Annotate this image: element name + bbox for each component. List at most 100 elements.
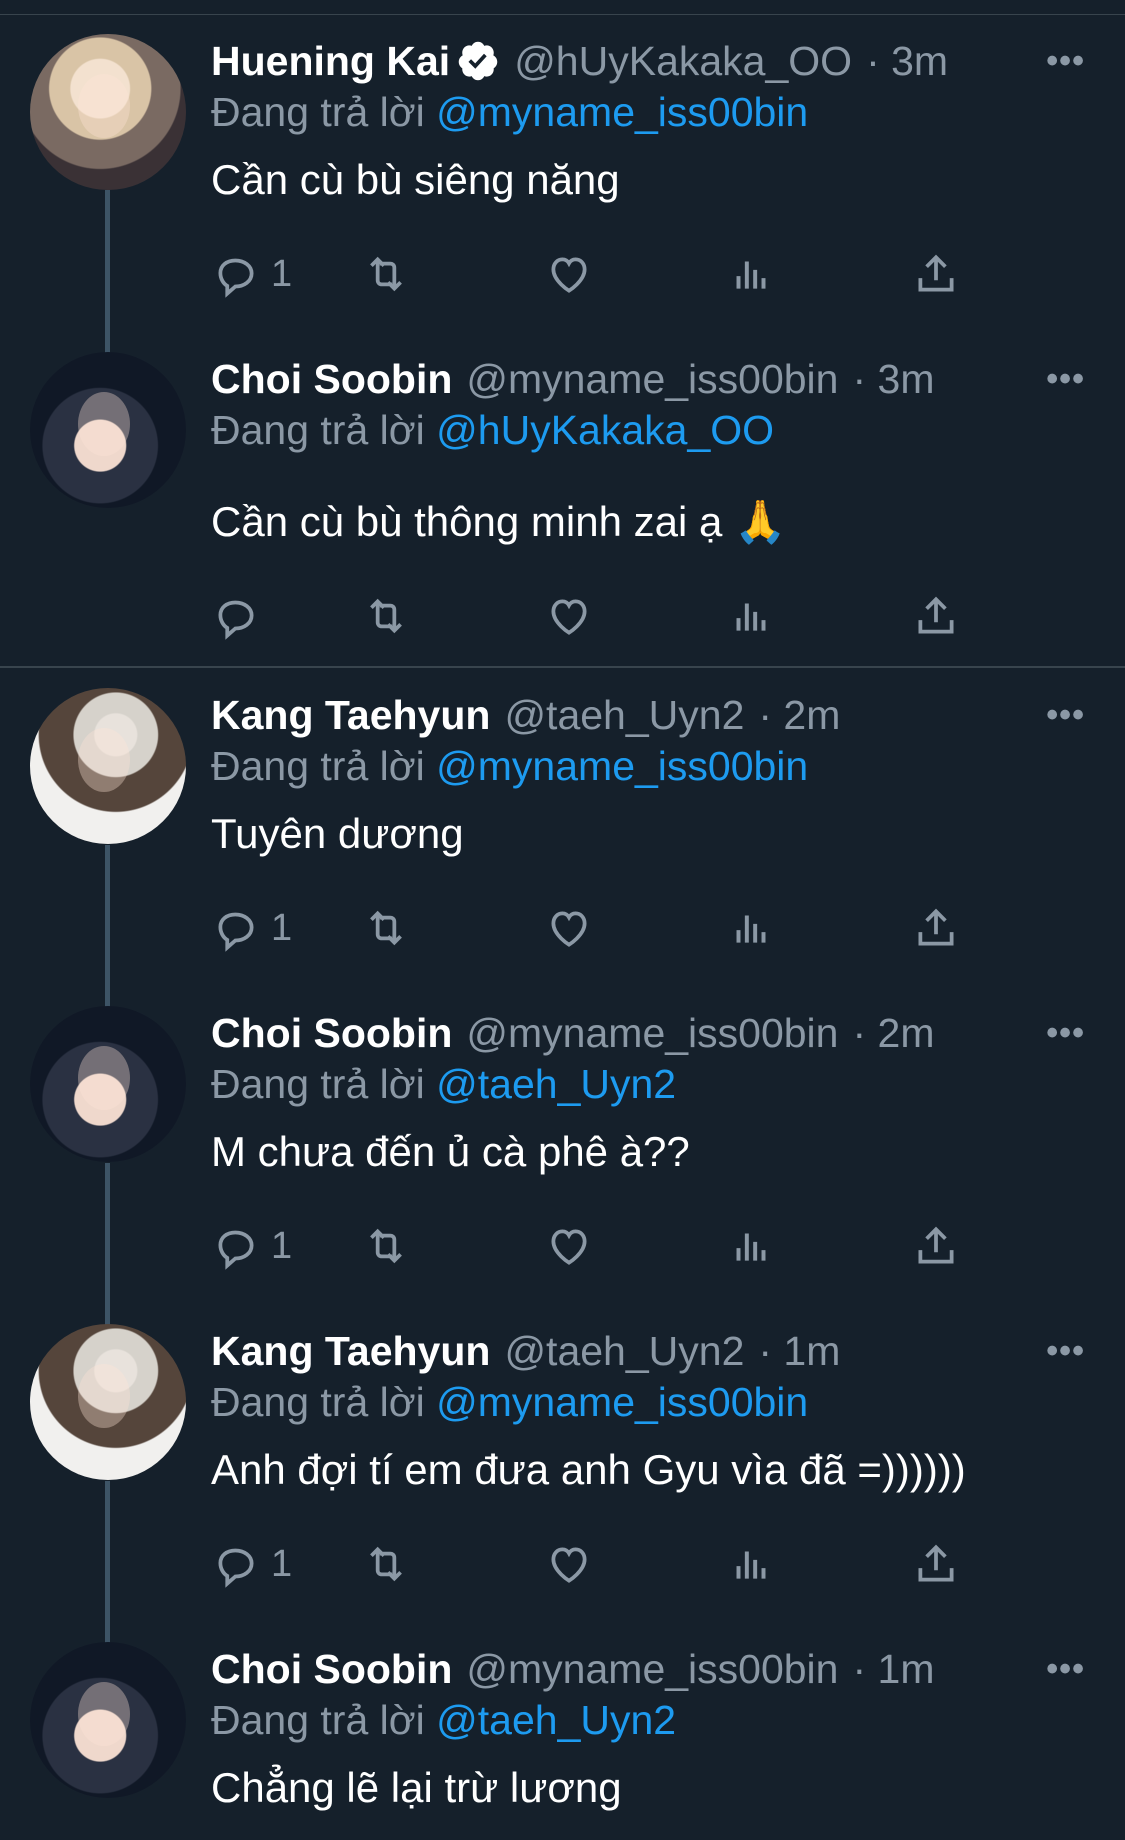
- tweet[interactable]: Huening Kai @hUyKakaka_OO · 3m ••• Đang …: [0, 16, 1125, 336]
- mention-link[interactable]: @myname_iss00bin: [436, 89, 808, 135]
- display-name[interactable]: Kang Taehyun: [211, 1328, 490, 1375]
- heart-icon: [551, 911, 587, 947]
- display-name[interactable]: Kang Taehyun: [211, 692, 490, 739]
- analytics-icon: [736, 915, 766, 943]
- display-name[interactable]: Huening Kai: [211, 38, 450, 85]
- avatar[interactable]: [30, 1006, 186, 1162]
- handle[interactable]: @myname_iss00bin: [466, 356, 838, 403]
- share-button[interactable]: [911, 1538, 961, 1590]
- analytics-icon: [736, 261, 766, 289]
- more-options-icon[interactable]: •••: [1046, 1006, 1085, 1060]
- timestamp[interactable]: · 2m: [758, 692, 840, 739]
- share-button[interactable]: [911, 590, 961, 642]
- timestamp[interactable]: · 1m: [852, 1646, 934, 1693]
- tweet-text: Chẳng lẽ lại trừ lương: [211, 1764, 622, 1811]
- like-button[interactable]: [544, 1220, 594, 1272]
- analytics-icon: [736, 603, 766, 631]
- replying-to: Đang trả lời @myname_iss00bin: [211, 89, 808, 136]
- reply-button[interactable]: 1: [211, 902, 292, 954]
- like-button[interactable]: [544, 590, 594, 642]
- reply-icon: [218, 1230, 254, 1270]
- reply-button[interactable]: 1: [211, 248, 292, 300]
- verified-badge-icon: [458, 41, 498, 81]
- avatar[interactable]: [30, 688, 186, 844]
- retweet-icon: [370, 1546, 402, 1582]
- replying-prefix: Đang trả lời: [211, 89, 425, 135]
- more-options-icon[interactable]: •••: [1046, 34, 1085, 88]
- mention-link[interactable]: @myname_iss00bin: [436, 743, 808, 789]
- heart-icon: [551, 257, 587, 293]
- tweet[interactable]: Choi Soobin @myname_iss00bin · 2m ••• Đa…: [0, 988, 1125, 1308]
- mention-link[interactable]: @taeh_Uyn2: [436, 1697, 676, 1743]
- display-name[interactable]: Choi Soobin: [211, 1646, 452, 1693]
- conversation-divider: [0, 666, 1125, 668]
- avatar[interactable]: [30, 1642, 186, 1798]
- timestamp[interactable]: · 3m: [852, 356, 934, 403]
- like-button[interactable]: [544, 1538, 594, 1590]
- retweet-icon: [370, 1228, 402, 1264]
- reply-count: 1: [271, 252, 293, 295]
- handle[interactable]: @hUyKakaka_OO: [514, 38, 852, 85]
- replying-prefix: Đang trả lời: [211, 1697, 425, 1743]
- heart-icon: [551, 1229, 587, 1265]
- timestamp[interactable]: · 3m: [866, 38, 948, 85]
- heart-icon: [551, 1547, 587, 1583]
- more-options-icon[interactable]: •••: [1046, 1324, 1085, 1378]
- tweet[interactable]: Choi Soobin @myname_iss00bin · 3m ••• Đa…: [0, 334, 1125, 654]
- reply-button[interactable]: 1: [211, 1538, 292, 1590]
- handle[interactable]: @taeh_Uyn2: [504, 1328, 744, 1375]
- views-button[interactable]: [726, 902, 776, 954]
- reply-icon: [218, 1548, 254, 1588]
- tweet-header: Kang Taehyun @taeh_Uyn2 · 1m: [211, 1324, 840, 1378]
- share-icon: [918, 1226, 954, 1264]
- retweet-button[interactable]: [361, 1538, 411, 1590]
- replying-to: Đang trả lời @myname_iss00bin: [211, 743, 808, 790]
- share-button[interactable]: [911, 1220, 961, 1272]
- handle[interactable]: @myname_iss00bin: [466, 1646, 838, 1693]
- replying-prefix: Đang trả lời: [211, 1379, 425, 1425]
- display-name[interactable]: Choi Soobin: [211, 356, 452, 403]
- tweet-text: Tuyên dương: [211, 810, 464, 857]
- views-button[interactable]: [726, 590, 776, 642]
- tweet[interactable]: Kang Taehyun @taeh_Uyn2 · 1m ••• Đang tr…: [0, 1306, 1125, 1626]
- display-name[interactable]: Choi Soobin: [211, 1010, 452, 1057]
- replying-to: Đang trả lời @myname_iss00bin: [211, 1379, 808, 1426]
- handle[interactable]: @myname_iss00bin: [466, 1010, 838, 1057]
- replying-prefix: Đang trả lời: [211, 407, 425, 453]
- retweet-button[interactable]: [361, 902, 411, 954]
- retweet-button[interactable]: [361, 1220, 411, 1272]
- views-button[interactable]: [726, 1538, 776, 1590]
- avatar[interactable]: [30, 34, 186, 190]
- views-button[interactable]: [726, 1220, 776, 1272]
- like-button[interactable]: [544, 902, 594, 954]
- reply-icon: [218, 258, 254, 298]
- mention-link[interactable]: @taeh_Uyn2: [436, 1061, 676, 1107]
- avatar[interactable]: [30, 1324, 186, 1480]
- mention-link[interactable]: @myname_iss00bin: [436, 1379, 808, 1425]
- retweet-button[interactable]: [361, 248, 411, 300]
- tweet-actions: 1: [211, 1538, 1011, 1590]
- handle[interactable]: @taeh_Uyn2: [504, 692, 744, 739]
- tweet-header: Choi Soobin @myname_iss00bin · 1m: [211, 1642, 934, 1696]
- timestamp[interactable]: · 2m: [852, 1010, 934, 1057]
- share-button[interactable]: [911, 248, 961, 300]
- avatar[interactable]: [30, 352, 186, 508]
- retweet-icon: [370, 910, 402, 946]
- tweet[interactable]: Choi Soobin @myname_iss00bin · 1m ••• Đa…: [0, 1624, 1125, 1840]
- tweet[interactable]: Kang Taehyun @taeh_Uyn2 · 2m ••• Đang tr…: [0, 670, 1125, 990]
- timestamp[interactable]: · 1m: [758, 1328, 840, 1375]
- more-options-icon[interactable]: •••: [1046, 1642, 1085, 1696]
- reply-button[interactable]: [211, 590, 271, 642]
- views-button[interactable]: [726, 248, 776, 300]
- share-button[interactable]: [911, 902, 961, 954]
- tweet-text: Cần cù bù thông minh zai ạ 🙏: [211, 498, 787, 545]
- more-options-icon[interactable]: •••: [1046, 352, 1085, 406]
- reply-button[interactable]: 1: [211, 1220, 292, 1272]
- tweet-actions: 1: [211, 902, 1011, 954]
- more-options-icon[interactable]: •••: [1046, 688, 1085, 742]
- mention-link[interactable]: @hUyKakaka_OO: [436, 407, 774, 453]
- tweet-actions: 1: [211, 248, 1011, 300]
- retweet-button[interactable]: [361, 590, 411, 642]
- like-button[interactable]: [544, 248, 594, 300]
- reply-icon: [218, 912, 254, 952]
